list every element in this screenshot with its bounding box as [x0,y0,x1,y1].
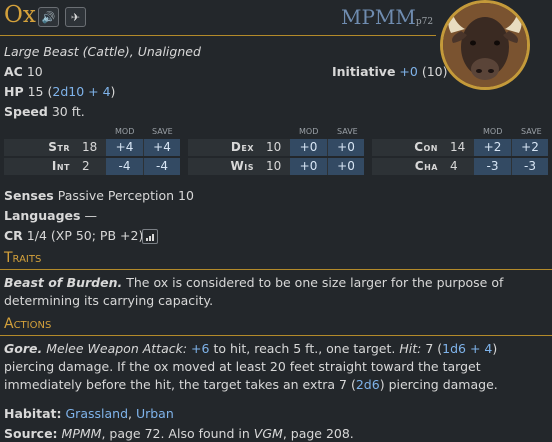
speed: Speed 30 ft. [4,104,85,119]
speaker-icon: 🔊 [41,10,56,24]
share-button[interactable]: ✈ [65,7,86,27]
scale-cr-button[interactable] [142,229,158,244]
trait-beast-of-burden: Beast of Burden. The ox is considered to… [4,275,504,308]
habitat: Habitat: Grassland, Urban [4,406,174,421]
habitat-link-grassland[interactable]: Grassland [66,406,129,421]
actions-divider [0,335,552,336]
traits-heading: Traits [4,250,42,266]
armor-class: AC 10 [4,64,43,79]
ability-save-dex[interactable]: +0 [328,139,364,156]
ability-mod-dex[interactable]: +0 [290,139,327,156]
ability-save-wis[interactable]: +0 [328,158,364,175]
ability-save-int[interactable]: -4 [144,158,180,175]
speak-button[interactable]: 🔊 [38,7,59,27]
header-divider [0,35,436,36]
languages: Languages — [4,208,97,223]
initiative-roll[interactable]: +0 [399,64,417,79]
ox-portrait [443,3,527,87]
gore-to-hit-roll[interactable]: +6 [191,341,209,356]
ability-mod-int[interactable]: -4 [106,158,143,175]
mod-header-1: MOD [115,127,135,136]
ability-save-str[interactable]: +4 [144,139,180,156]
habitat-link-urban[interactable]: Urban [136,406,174,421]
save-header-1: SAVE [152,127,173,136]
ability-mod-str[interactable]: +4 [106,139,143,156]
ability-mod-cha[interactable]: -3 [474,158,511,175]
mod-header-2: MOD [299,127,319,136]
ability-score-cha: 4 [450,159,458,173]
ability-name-dex: Dex [230,140,254,154]
gore-extra-damage-roll[interactable]: 2d6 [356,377,380,392]
creature-token-image[interactable] [440,0,530,90]
save-header-3: SAVE [521,127,542,136]
save-header-2: SAVE [337,127,358,136]
ability-name-cha: Cha [414,159,438,173]
source-abbreviation[interactable]: MPMMp72 [341,5,433,29]
senses: Senses Passive Perception 10 [4,188,194,203]
ability-save-cha[interactable]: -3 [512,158,548,175]
initiative: Initiative +0 (10) [332,64,448,79]
ability-mod-con[interactable]: +2 [474,139,511,156]
ability-mod-wis[interactable]: +0 [290,158,327,175]
ability-score-str: 18 [82,140,98,154]
creature-name: Ox [4,2,36,28]
ability-score-wis: 10 [266,159,282,173]
gore-damage-roll[interactable]: 1d6 + 4 [442,341,492,356]
hp-roll[interactable]: 2d10 + 4 [52,84,110,99]
challenge-rating: CR 1/4 (XP 50; PB +2) [4,228,144,243]
actions-heading: Actions [4,316,52,332]
send-icon: ✈ [70,10,81,24]
ability-name-int: Int [51,159,70,173]
ability-name-wis: Wis [230,159,254,173]
action-gore: Gore. Melee Weapon Attack: +6 to hit, re… [4,341,498,392]
source-line: Source: MPMM, page 72. Also found in VGM… [4,426,354,441]
ability-score-con: 14 [450,140,466,154]
hit-points: HP 15 (2d10 + 4) [4,84,116,99]
ability-score-dex: 10 [266,140,282,154]
ability-name-con: Con [414,140,438,154]
ability-name-str: Str [48,140,70,154]
traits-divider [0,269,552,270]
bar-chart-icon [146,238,148,241]
ability-save-con[interactable]: +2 [512,139,548,156]
ability-score-int: 2 [82,159,90,173]
mod-header-3: MOD [483,127,503,136]
type-line: Large Beast (Cattle), Unaligned [4,44,201,59]
